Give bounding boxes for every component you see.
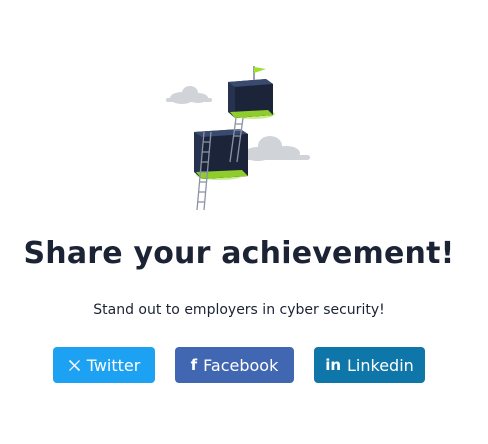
facebook-button-label: Facebook bbox=[203, 355, 279, 375]
flag-icon bbox=[253, 66, 266, 80]
share-headline: Share your achievement! bbox=[23, 236, 455, 271]
upper-cube bbox=[228, 79, 273, 118]
achievement-illustration bbox=[160, 62, 320, 214]
twitter-share-button[interactable]: Twitter bbox=[53, 347, 155, 383]
cloud-icon bbox=[238, 136, 310, 161]
facebook-share-button[interactable]: f Facebook bbox=[175, 347, 294, 383]
linkedin-icon: in bbox=[325, 355, 342, 374]
cloud-icon bbox=[166, 86, 212, 104]
twitter-button-label: Twitter bbox=[86, 355, 141, 375]
linkedin-button-label: Linkedin bbox=[347, 355, 414, 375]
facebook-icon: f bbox=[190, 355, 198, 374]
x-icon bbox=[68, 359, 81, 372]
linkedin-share-button[interactable]: in Linkedin bbox=[314, 347, 425, 383]
share-subline: Stand out to employers in cyber security… bbox=[93, 302, 385, 318]
